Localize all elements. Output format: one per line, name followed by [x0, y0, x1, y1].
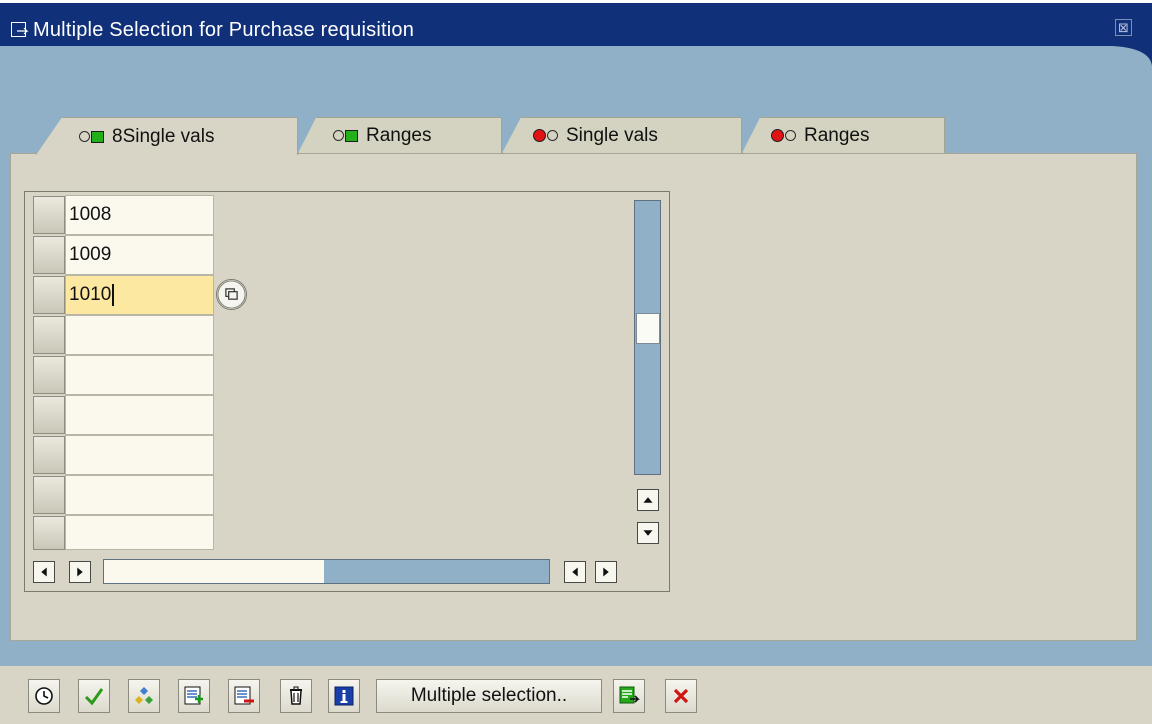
window-menu-icon[interactable]: [11, 22, 29, 38]
scroll-left-icon[interactable]: [33, 561, 55, 583]
checkmark-icon: [84, 688, 104, 706]
value-cell-active[interactable]: 1010: [65, 275, 214, 315]
cancel-icon: [673, 688, 689, 704]
value-cell[interactable]: [65, 515, 214, 550]
tab-label: Single vals: [566, 124, 658, 146]
horizontal-scroll-thumb[interactable]: [104, 560, 324, 583]
diamond-arrows-icon: [135, 687, 153, 704]
tab-label: Ranges: [366, 124, 432, 146]
red-light-icon: [771, 129, 796, 142]
green-light-icon: [333, 129, 358, 142]
tab-ranges-include[interactable]: Ranges: [298, 117, 502, 153]
tab-single-vals-exclude[interactable]: Single vals: [502, 117, 742, 153]
delete-line-button[interactable]: [228, 679, 260, 713]
copy-icon: [619, 686, 640, 704]
text-caret: [112, 283, 115, 306]
scroll-up-icon[interactable]: [637, 489, 659, 511]
scroll-down-icon[interactable]: [637, 522, 659, 544]
scroll-right-icon[interactable]: [69, 561, 91, 583]
scroll-left-icon[interactable]: [564, 561, 586, 583]
info-icon: [334, 686, 354, 706]
title-bar-top-edge: [0, 0, 1152, 3]
value-cell[interactable]: [65, 395, 214, 435]
info-button[interactable]: [328, 679, 360, 713]
tab-label: 8Single vals: [112, 125, 215, 147]
red-light-icon: [533, 129, 558, 142]
title-bar-corner: [1112, 46, 1152, 66]
scroll-right-icon[interactable]: [595, 561, 617, 583]
insert-line-icon: [184, 686, 203, 705]
value-cell-text: 1010: [69, 284, 112, 305]
confirm-button[interactable]: [78, 679, 110, 713]
copy-button[interactable]: [613, 679, 645, 713]
green-light-icon: [79, 130, 104, 143]
value-cell[interactable]: [65, 435, 214, 475]
cancel-button[interactable]: [665, 679, 697, 713]
row-selector[interactable]: [33, 316, 65, 354]
delete-line-icon: [234, 686, 254, 705]
trash-icon: [290, 686, 302, 705]
value-cell[interactable]: 1008: [65, 195, 214, 235]
row-selector[interactable]: [33, 196, 65, 234]
value-cell[interactable]: [65, 475, 214, 515]
value-cell[interactable]: [65, 315, 214, 355]
import-button[interactable]: [128, 679, 160, 713]
value-cell[interactable]: [65, 355, 214, 395]
insert-line-button[interactable]: [178, 679, 210, 713]
delete-all-button[interactable]: [280, 679, 312, 713]
row-selector[interactable]: [33, 516, 65, 550]
row-selector[interactable]: [33, 476, 65, 514]
close-icon[interactable]: ⊠: [1115, 19, 1132, 36]
tab-ranges-exclude[interactable]: Ranges: [742, 117, 945, 153]
multiple-selection-button[interactable]: Multiple selection..: [376, 679, 602, 713]
row-selector[interactable]: [33, 436, 65, 474]
row-selector[interactable]: [33, 236, 65, 274]
window-title: Multiple Selection for Purchase requisit…: [33, 19, 415, 41]
value-cell[interactable]: 1009: [65, 235, 214, 275]
tab-single-vals-include[interactable]: 8Single vals: [36, 117, 298, 155]
execute-button[interactable]: [28, 679, 60, 713]
title-bar: Multiple Selection for Purchase requisit…: [0, 0, 1152, 46]
tab-label: Ranges: [804, 124, 870, 146]
row-selector[interactable]: [33, 276, 65, 314]
row-selector[interactable]: [33, 396, 65, 434]
vertical-scroll-thumb[interactable]: [636, 313, 660, 344]
row-selector[interactable]: [33, 356, 65, 394]
clock-icon: [35, 687, 53, 705]
value-help-icon[interactable]: [216, 279, 247, 310]
